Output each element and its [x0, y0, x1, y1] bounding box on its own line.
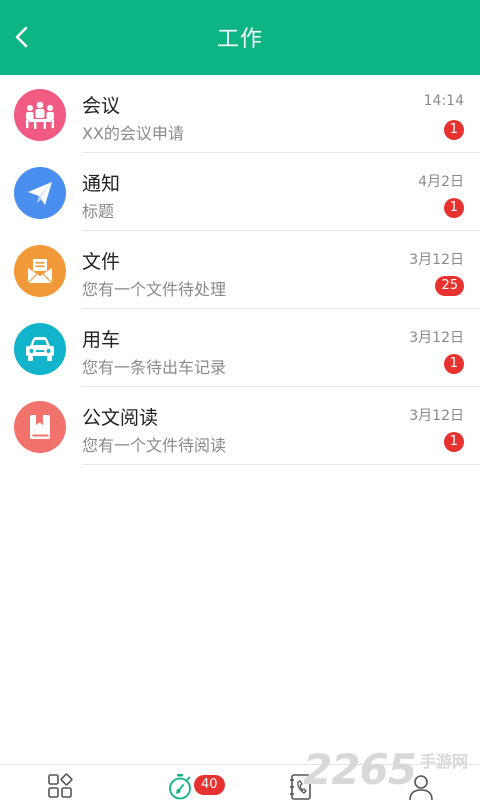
- item-time: 3月12日: [409, 408, 464, 424]
- item-subtitle: XX的会议申请: [82, 124, 184, 143]
- page-title: 工作: [216, 27, 263, 52]
- tab-work[interactable]: [165, 773, 195, 801]
- item-time: 14:14: [423, 93, 464, 109]
- item-subtitle: 您有一个文件待处理: [82, 280, 227, 299]
- divider: [82, 464, 480, 465]
- paper-plane-icon: [14, 167, 66, 219]
- item-time: 3月12日: [409, 330, 464, 346]
- item-title: 公文阅读: [82, 407, 159, 429]
- list-item-meeting[interactable]: 会议 XX的会议申请 14:14 1: [0, 75, 480, 153]
- watermark-number: 2265: [303, 745, 417, 794]
- apps-grid-icon: [48, 773, 73, 798]
- list-item-car[interactable]: 用车 您有一条待出车记录 3月12日 1: [0, 309, 480, 387]
- watermark-text: 手游网: [419, 752, 468, 771]
- unread-badge: 1: [443, 198, 464, 218]
- list-item-notice[interactable]: 通知 标题 4月2日 1: [0, 153, 480, 231]
- tab-apps[interactable]: [45, 773, 75, 801]
- item-time: 4月2日: [418, 174, 464, 190]
- work-tab-badge: 40: [194, 775, 225, 795]
- stopwatch-icon: [169, 774, 191, 800]
- item-title: 会议: [82, 95, 121, 117]
- envelope-icon: [14, 245, 66, 297]
- list-item-reading[interactable]: 公文阅读 您有一个文件待阅读 3月12日 1: [0, 387, 480, 465]
- app-header: 工作: [0, 0, 480, 75]
- item-title: 用车: [82, 329, 121, 351]
- unread-badge: 25: [435, 276, 464, 296]
- watermark-logo: 2265 手游网: [303, 742, 468, 792]
- unread-badge: 1: [443, 432, 464, 452]
- item-subtitle: 标题: [82, 202, 115, 221]
- book-icon: [14, 401, 66, 453]
- item-subtitle: 您有一个文件待阅读: [82, 436, 227, 455]
- meeting-people-icon: [14, 89, 66, 141]
- item-subtitle: 您有一条待出车记录: [82, 358, 227, 377]
- unread-badge: 1: [443, 120, 464, 140]
- item-time: 3月12日: [409, 252, 464, 268]
- unread-badge: 1: [443, 354, 464, 374]
- item-title: 文件: [82, 251, 121, 273]
- list-item-file[interactable]: 文件 您有一个文件待处理 3月12日 25: [0, 231, 480, 309]
- car-icon: [14, 323, 66, 375]
- work-list: 会议 XX的会议申请 14:14 1 通知 标题 4月2日 1 文件 您有一个文…: [0, 75, 480, 465]
- item-title: 通知: [82, 173, 121, 195]
